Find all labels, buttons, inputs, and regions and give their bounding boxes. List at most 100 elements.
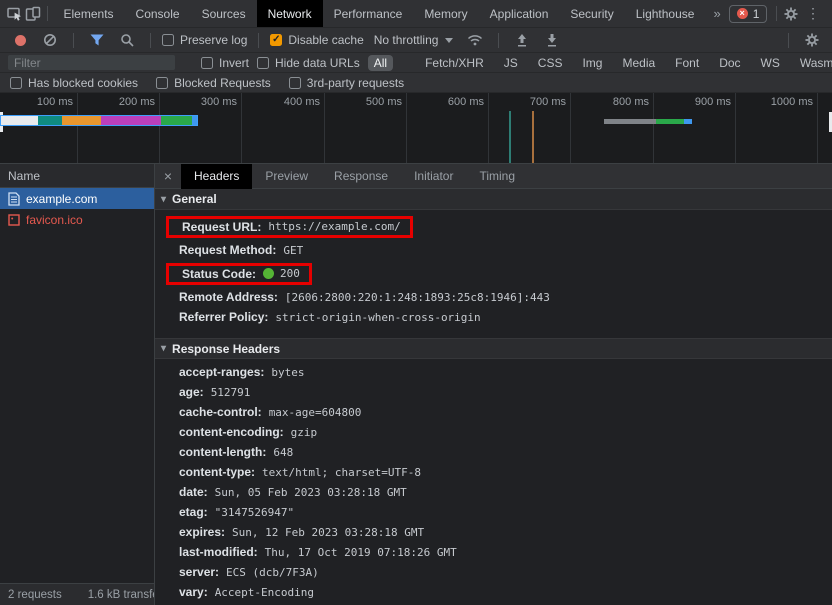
filter-chip-all[interactable]: All [368,55,393,71]
filter-chip-fetch-xhr[interactable]: Fetch/XHR [419,55,490,71]
third-party-requests-toggle[interactable]: 3rd-party requests [289,76,404,90]
divider [258,33,259,48]
tab-sources[interactable]: Sources [191,0,257,27]
tab-timing[interactable]: Timing [466,164,528,189]
devtools-window: Elements Console Sources Network Perform… [0,0,832,605]
tab-initiator[interactable]: Initiator [401,164,466,189]
header-key: content-encoding: [179,425,284,439]
tab-memory[interactable]: Memory [413,0,478,27]
header-value: Sun, 05 Feb 2023 03:28:18 GMT [215,486,407,499]
header-key: vary: [179,585,208,599]
timeline-tick: 400 ms [243,93,325,163]
hide-data-urls-checkbox[interactable] [257,57,269,69]
export-har-icon[interactable] [540,29,564,51]
disable-cache-checkbox[interactable]: ✓ [270,34,282,46]
header-row: etag:"3147526947" [155,502,832,522]
filter-chip-wasm[interactable]: Wasm [794,55,832,71]
tab-headers[interactable]: Headers [181,164,252,189]
clear-icon[interactable] [38,29,62,51]
device-toolbar-icon[interactable] [24,3,42,25]
settings-gear-icon[interactable] [782,3,800,25]
disable-cache-toggle[interactable]: ✓ Disable cache [270,33,363,47]
tab-network[interactable]: Network [257,0,323,27]
tab-security[interactable]: Security [559,0,624,27]
header-key: last-modified: [179,545,258,559]
timeline-tick: 1000 ms [736,93,818,163]
throttling-dropdown[interactable]: No throttling [370,33,458,47]
tab-elements[interactable]: Elements [53,0,125,27]
blocked-requests-checkbox[interactable] [156,77,168,89]
header-row: content-length:648 [155,442,832,462]
tab-application[interactable]: Application [479,0,560,27]
has-blocked-cookies-toggle[interactable]: Has blocked cookies [10,76,138,90]
throttling-value: No throttling [374,33,439,47]
section-title: General [172,192,217,206]
tab-performance[interactable]: Performance [323,0,414,27]
request-name: example.com [26,192,97,206]
hide-data-urls-toggle[interactable]: Hide data URLs [257,56,360,70]
invert-toggle[interactable]: Invert [201,56,249,70]
timeline-tick: 500 ms [325,93,407,163]
filter-chip-font[interactable]: Font [669,55,705,71]
divider [150,33,151,48]
request-row-example-com[interactable]: example.com [0,188,154,209]
filter-chip-ws[interactable]: WS [755,55,786,71]
import-har-icon[interactable] [510,29,534,51]
header-row: vary: Accept-Encoding [155,582,832,602]
request-row-favicon[interactable]: favicon.ico [0,209,154,230]
header-value: ECS (dcb/7F3A) [226,566,319,579]
filter-funnel-icon[interactable] [85,29,109,51]
record-icon[interactable] [8,29,32,51]
network-settings-gear-icon[interactable] [800,29,824,51]
general-section-header[interactable]: ▾ General [155,189,832,210]
has-blocked-cookies-checkbox[interactable] [10,77,22,89]
kebab-menu-icon[interactable]: ⋮ [800,5,826,22]
response-headers-section-header[interactable]: ▾ Response Headers [155,338,832,359]
filter-chip-img[interactable]: Img [576,55,608,71]
inspect-element-icon[interactable] [6,3,24,25]
network-conditions-icon[interactable] [463,29,487,51]
divider [73,33,74,48]
request-count: 2 requests [8,589,62,601]
preserve-log-checkbox[interactable] [162,34,174,46]
filter-chip-media[interactable]: Media [616,55,661,71]
header-value: bytes [271,366,304,379]
filter-chip-css[interactable]: CSS [532,55,569,71]
details-tab-bar: × Headers Preview Response Initiator Tim… [155,164,832,189]
header-value: 648 [273,446,293,459]
filter-input[interactable] [8,55,175,70]
error-icon: × [737,8,748,19]
divider [788,33,789,48]
header-row: cache-control:max-age=604800 [155,402,832,422]
divider [498,33,499,48]
name-column-header[interactable]: Name [0,164,154,188]
header-key: etag: [179,505,208,519]
error-badge[interactable]: × 1 [729,5,768,23]
blocked-requests-toggle[interactable]: Blocked Requests [156,76,271,90]
timeline-tick: 300 ms [160,93,242,163]
filter-chip-js[interactable]: JS [498,55,524,71]
header-value: [2606:2800:220:1:248:1893:25c8:1946]:443 [285,291,550,304]
disclosure-triangle-icon: ▾ [161,343,166,354]
invert-checkbox[interactable] [201,57,213,69]
request-details-pane: × Headers Preview Response Initiator Tim… [155,164,832,605]
tab-preview[interactable]: Preview [252,164,321,189]
timeline-tick: 800 ms [572,93,654,163]
preserve-log-toggle[interactable]: Preserve log [162,33,247,47]
preserve-log-label: Preserve log [180,33,247,47]
divider [47,6,48,21]
third-party-requests-checkbox[interactable] [289,77,301,89]
timeline-tick: 100 ms [0,93,78,163]
close-icon[interactable]: × [155,168,181,184]
headers-content: ▾ General Request URL: https://example.c… [155,189,832,605]
more-tabs-icon[interactable]: » [705,6,728,21]
tab-lighthouse[interactable]: Lighthouse [625,0,706,27]
header-value: Thu, 17 Oct 2019 07:18:26 GMT [265,546,457,559]
network-overview-timeline[interactable]: 100 ms 200 ms 300 ms 400 ms 500 ms 600 m… [0,92,832,164]
tab-console[interactable]: Console [125,0,191,27]
tab-response[interactable]: Response [321,164,401,189]
error-count: 1 [753,7,760,21]
header-value: Accept-Encoding [215,586,314,599]
search-icon[interactable] [115,29,139,51]
filter-chip-doc[interactable]: Doc [713,55,746,71]
